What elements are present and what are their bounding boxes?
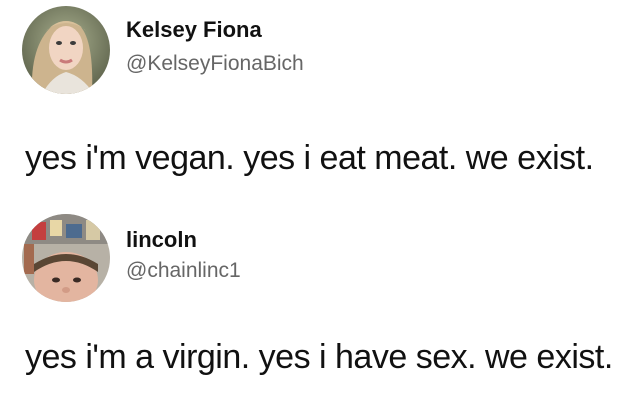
profile-photo-icon	[22, 214, 110, 302]
user-handle[interactable]: @KelseyFionaBich	[126, 52, 304, 76]
display-name[interactable]: lincoln	[126, 227, 197, 253]
tweet: lincoln @chainlinc1 yes i'm a virgin. ye…	[0, 205, 639, 412]
display-name[interactable]: Kelsey Fiona	[126, 17, 262, 43]
profile-photo-icon	[22, 6, 110, 94]
tweet-text: yes i'm a virgin. yes i have sex. we exi…	[25, 338, 613, 376]
user-handle[interactable]: @chainlinc1	[126, 259, 241, 283]
tweet-text: yes i'm vegan. yes i eat meat. we exist.	[25, 139, 594, 177]
avatar[interactable]	[22, 214, 110, 302]
tweet: Kelsey Fiona @KelseyFionaBich yes i'm ve…	[0, 0, 639, 205]
avatar[interactable]	[22, 6, 110, 94]
